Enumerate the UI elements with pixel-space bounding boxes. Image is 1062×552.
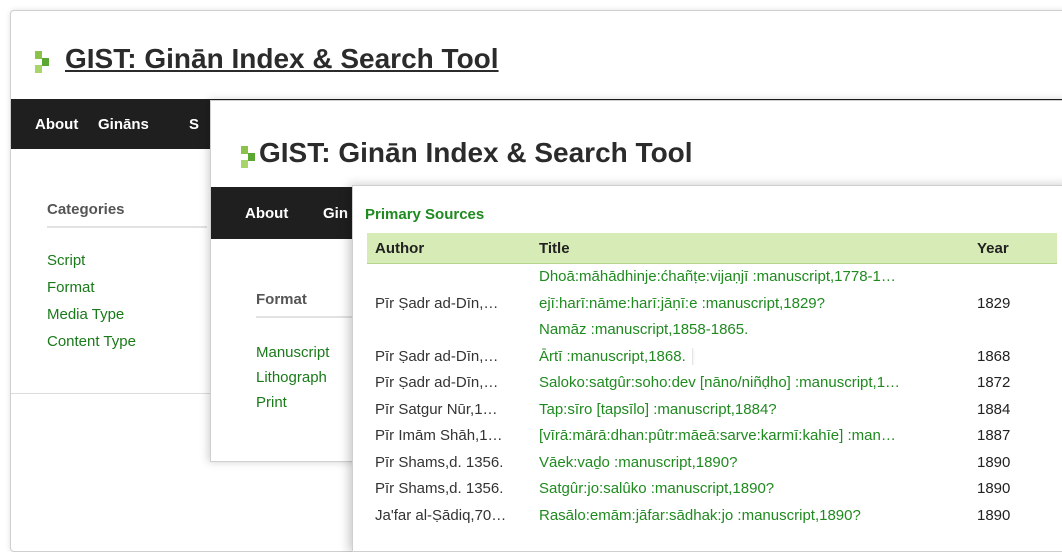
category-script[interactable]: Script: [47, 250, 207, 271]
format-print[interactable]: Print: [256, 390, 366, 415]
row-title-link[interactable]: Ārtī :manuscript,1868.: [539, 347, 977, 365]
row-author: Pīr Shams,d. 1356.: [375, 480, 504, 497]
row-title-link[interactable]: Vāek:vaḏo :manuscript,1890?: [539, 454, 977, 471]
primary-sources-panel: Primary Sources Author Title Year Dhoā:m…: [352, 185, 1062, 552]
gist-logo-icon: [241, 146, 255, 168]
column-header-author[interactable]: Author: [375, 240, 424, 257]
categories-sidebar: Categories Script Format Media Type Cont…: [47, 201, 207, 352]
table-row: Dhoā:māhādhinje:ćhañṭe:vijaṇjī :manuscri…: [367, 264, 1057, 291]
row-author: Ja'far al-Ṣādiq,70…: [375, 506, 507, 524]
row-title-link[interactable]: [vīrā:mārā:dhan:pûtr:māeā:sarve:karmī:ka…: [539, 427, 977, 444]
format-sidebar: Format Manuscript Lithograph Print: [256, 291, 366, 415]
row-year: 1890: [977, 453, 1011, 471]
table-row: Pīr Ṣadr ad-Dīn,… Saloko:satgûr:soho:dev…: [367, 370, 1057, 397]
gist-logo-icon: [35, 51, 49, 73]
category-media-type[interactable]: Media Type: [47, 304, 207, 325]
row-title-link[interactable]: Tap:sīro [tapsīlo] :manuscript,1884?: [539, 401, 977, 418]
row-title-link[interactable]: Rasālo:emām:jāfar:sādhak:jo :manuscript,…: [539, 507, 977, 524]
nav-ginans[interactable]: Gināns: [98, 116, 149, 133]
format-manuscript[interactable]: Manuscript: [256, 340, 366, 365]
row-title-link[interactable]: Saloko:satgûr:soho:dev [nāno/niñḍho] :ma…: [539, 374, 977, 391]
row-author: Pīr Ṣadr ad-Dīn,…: [375, 294, 499, 312]
table-row: Pīr Ṣadr ad-Dīn,… Ārtī :manuscript,1868.…: [367, 344, 1057, 371]
table-row: Ja'far al-Ṣādiq,70… Rasālo:emām:jāfar:sā…: [367, 503, 1057, 530]
table-row: Namāz :manuscript,1858-1865.: [367, 317, 1057, 344]
row-author: Pīr Ṣadr ad-Dīn,…: [375, 347, 499, 365]
row-year: 1829: [977, 294, 1011, 312]
row-year: 1884: [977, 400, 1011, 418]
row-author: Pīr Shams,d. 1356.: [375, 453, 504, 471]
category-format[interactable]: Format: [47, 277, 207, 298]
nav-ginans[interactable]: Gin: [323, 205, 348, 222]
site-title-link[interactable]: GIST: Ginān Index & Search Tool: [65, 43, 499, 75]
row-title-link[interactable]: Dhoā:māhādhinje:ćhañṭe:vijaṇjī :manuscri…: [539, 268, 977, 285]
nav-about[interactable]: About: [35, 116, 78, 133]
table-row: Pīr Satgur Nūr,1… Tap:sīro [tapsīlo] :ma…: [367, 397, 1057, 424]
row-year: 1872: [977, 374, 1011, 391]
row-year: 1890: [977, 480, 1011, 497]
row-year: 1890: [977, 506, 1011, 524]
row-author: Pīr Imām Shāh,1…: [375, 427, 503, 444]
format-lithograph[interactable]: Lithograph: [256, 365, 366, 390]
row-title-link[interactable]: ejī:harī:nāme:harī:jāṇī:e :manuscript,18…: [539, 295, 977, 312]
primary-sources-table: Author Title Year Dhoā:māhādhinje:ćhañṭe…: [367, 233, 1057, 529]
table-header: Author Title Year: [367, 233, 1057, 264]
row-author: Pīr Satgur Nūr,1…: [375, 400, 498, 418]
column-header-year[interactable]: Year: [977, 240, 1009, 257]
nav-search[interactable]: S: [189, 116, 199, 133]
row-year: 1887: [977, 427, 1011, 444]
row-title-link[interactable]: Satgûr:jo:salûko :manuscript,1890?: [539, 480, 977, 497]
table-row: Pīr Imām Shāh,1… [vīrā:mārā:dhan:pûtr:mā…: [367, 423, 1057, 450]
highlighted-title[interactable]: Ārtī :manuscript,1868.: [539, 347, 692, 365]
nav-about[interactable]: About: [245, 205, 288, 222]
table-row: Pīr Ṣadr ad-Dīn,… ejī:harī:nāme:harī:jāṇ…: [367, 291, 1057, 318]
primary-sources-heading: Primary Sources: [365, 206, 485, 223]
site-title[interactable]: GIST: Ginān Index & Search Tool: [259, 137, 693, 169]
format-heading: Format: [256, 291, 366, 318]
category-content-type[interactable]: Content Type: [47, 331, 207, 352]
row-title-link[interactable]: Namāz :manuscript,1858-1865.: [539, 321, 977, 338]
row-author: Pīr Ṣadr ad-Dīn,…: [375, 374, 499, 391]
table-row: Pīr Shams,d. 1356. Vāek:vaḏo :manuscript…: [367, 450, 1057, 477]
row-year: 1868: [977, 347, 1011, 365]
column-header-title[interactable]: Title: [539, 240, 570, 257]
categories-heading: Categories: [47, 201, 207, 228]
table-row: Pīr Shams,d. 1356. Satgûr:jo:salûko :man…: [367, 476, 1057, 503]
sidebar-divider: [11, 393, 221, 394]
